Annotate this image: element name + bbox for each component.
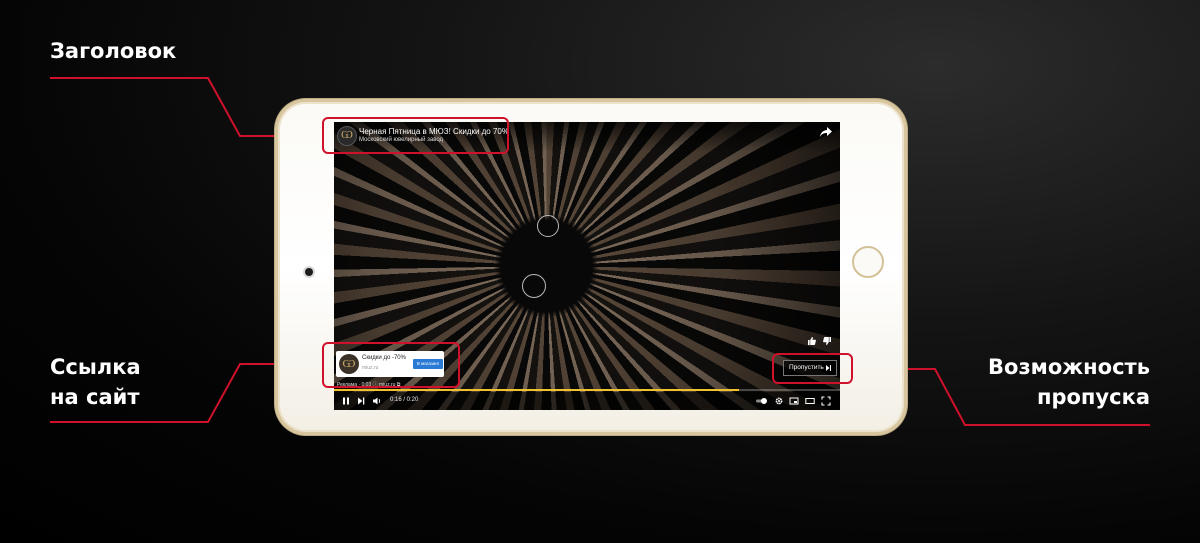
autoplay-toggle-icon[interactable] [755,396,769,406]
volume-icon[interactable] [372,396,382,406]
miniplayer-icon[interactable] [789,396,799,406]
front-camera [305,268,313,276]
video-prop-ring [522,274,546,298]
home-button[interactable] [852,246,884,278]
link-callout-line2: на сайт [50,385,140,409]
share-icon[interactable] [820,127,832,137]
theater-icon[interactable] [805,396,815,406]
title-highlight-frame [322,117,509,154]
time-display: 0:16 / 0:20 [390,397,419,403]
skip-callout-line2: пропуска [1036,385,1150,409]
player-controls: 0:16 / 0:20 [334,392,840,410]
title-callout-label: Заголовок [50,36,176,66]
link-highlight-frame [322,342,460,388]
like-icon[interactable] [808,337,816,345]
link-callout-label: Ссылка на сайт [50,352,141,412]
link-callout-line1: Ссылка [50,355,141,379]
video-prop-ring [537,215,559,237]
skip-callout-line1: Возможность [988,355,1150,379]
progress-bar[interactable] [334,389,840,391]
skip-callout-label: Возможность пропуска [988,352,1150,412]
title-callout-text: Заголовок [50,39,177,63]
dislike-icon[interactable] [823,337,831,345]
pause-icon[interactable] [341,396,351,406]
progress-bar-played [334,389,739,391]
next-icon[interactable] [356,396,366,406]
fullscreen-icon[interactable] [821,396,831,406]
settings-gear-icon[interactable] [774,396,784,406]
skip-highlight-frame [772,353,853,384]
